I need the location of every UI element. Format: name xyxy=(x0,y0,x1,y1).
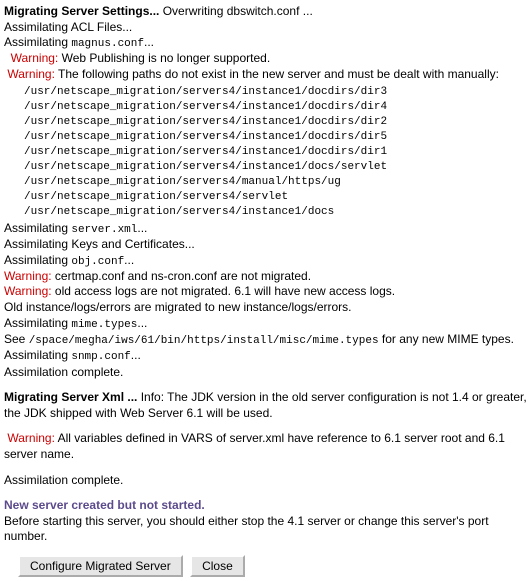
migrating-settings-header: Migrating Server Settings... Overwriting… xyxy=(4,4,527,20)
path-item: /usr/netscape_migration/servers4/servlet xyxy=(24,191,527,203)
path-item: /usr/netscape_migration/servers4/instanc… xyxy=(24,161,527,173)
title-migrating-settings: Migrating Server Settings... xyxy=(4,4,159,18)
title-migrating-xml: Migrating Server Xml ... xyxy=(4,390,137,404)
assim-magnus: Assimilating magnus.conf... xyxy=(4,35,527,51)
path-item: /usr/netscape_migration/servers4/instanc… xyxy=(24,86,527,98)
before-start-note: Before starting this server, you should … xyxy=(4,514,527,545)
warning-vars: Warning: All variables defined in VARS o… xyxy=(4,431,527,462)
assim-keys: Assimilating Keys and Certificates... xyxy=(4,237,527,253)
new-server-created: New server created but not started. xyxy=(4,498,527,514)
assim-snmp: Assimilating snmp.conf... xyxy=(4,348,527,364)
old-instance-logs: Old instance/logs/errors are migrated to… xyxy=(4,300,527,316)
path-list: /usr/netscape_migration/servers4/instanc… xyxy=(4,86,527,218)
path-item: /usr/netscape_migration/servers4/instanc… xyxy=(24,116,527,128)
path-item: /usr/netscape_migration/servers4/instanc… xyxy=(24,101,527,113)
migrating-xml-header: Migrating Server Xml ... Info: The JDK v… xyxy=(4,390,527,421)
close-button[interactable]: Close xyxy=(190,555,245,577)
assim-mimetypes: Assimilating mime.types... xyxy=(4,316,527,332)
path-item: /usr/netscape_migration/servers4/instanc… xyxy=(24,206,527,218)
configure-migrated-server-button[interactable]: Configure Migrated Server xyxy=(18,555,183,577)
assim-acl: Assimilating ACL Files... xyxy=(4,20,527,36)
warning-access: Warning: old access logs are not migrate… xyxy=(4,284,527,300)
assim-serverxml: Assimilating server.xml... xyxy=(4,221,527,237)
see-mime: See /space/megha/iws/61/bin/https/instal… xyxy=(4,332,527,348)
assim-complete-1: Assimilation complete. xyxy=(4,365,527,381)
warning-webpub: Warning: Web Publishing is no longer sup… xyxy=(4,51,527,67)
assim-objconf: Assimilating obj.conf... xyxy=(4,253,527,269)
warning-certmap: Warning: certmap.conf and ns-cron.conf a… xyxy=(4,269,527,285)
path-item: /usr/netscape_migration/servers4/instanc… xyxy=(24,146,527,158)
assim-complete-2: Assimilation complete. xyxy=(4,473,527,489)
button-row: Configure Migrated Server Close xyxy=(4,555,527,577)
path-item: /usr/netscape_migration/servers4/instanc… xyxy=(24,131,527,143)
path-item: /usr/netscape_migration/servers4/manual/… xyxy=(24,176,527,188)
warning-paths: Warning: The following paths do not exis… xyxy=(4,67,527,83)
